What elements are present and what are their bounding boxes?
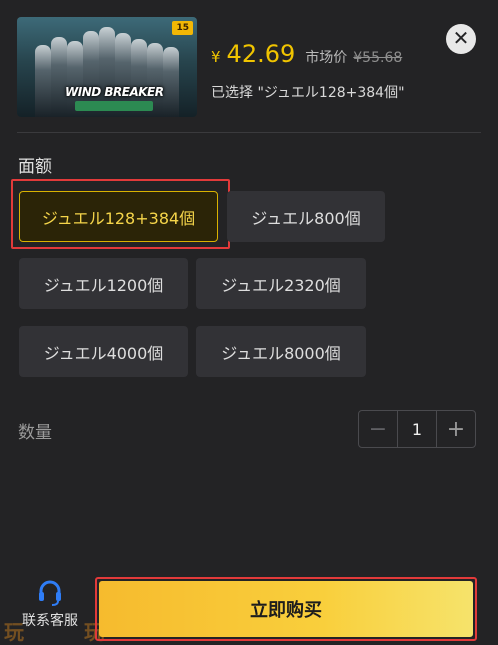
market-price-value: ¥55.68 (353, 50, 403, 66)
price-value: 42.69 (226, 40, 296, 68)
quantity-label: 数量 (18, 423, 52, 443)
denomination-title: 面额 (18, 157, 52, 177)
headset-icon (39, 580, 61, 606)
option-label: ジュエル8000個 (221, 343, 341, 363)
minus-icon: − (368, 416, 388, 442)
customer-service-button[interactable]: 联系客服 (14, 578, 86, 630)
denomination-option[interactable]: ジュエル4000個 (19, 326, 188, 377)
increment-button[interactable]: + (437, 411, 475, 447)
decrement-button[interactable]: − (359, 411, 397, 447)
game-logo-subtitle (75, 101, 153, 111)
price-row: ¥ 42.69 市场价 ¥55.68 (211, 40, 402, 68)
close-button[interactable]: ✕ (446, 24, 476, 54)
denomination-option[interactable]: ジュエル1200個 (19, 258, 188, 309)
market-price-label: 市场价 (305, 50, 348, 66)
customer-service-label: 联系客服 (22, 613, 78, 629)
option-label: ジュエル1200個 (43, 275, 164, 295)
promo-badge: 15 (172, 21, 193, 35)
game-logo: WIND BREAKER (65, 85, 164, 99)
plus-icon: + (446, 416, 466, 442)
option-label: ジュエル800個 (251, 208, 361, 228)
option-label: ジュエル2320個 (221, 275, 341, 295)
highlight-frame (11, 179, 230, 249)
denomination-option[interactable]: ジュエル800個 (227, 191, 385, 242)
buy-now-button[interactable]: 立即购买 (99, 581, 473, 637)
buy-now-label: 立即购买 (250, 600, 322, 621)
option-label: ジュエル4000個 (43, 343, 164, 363)
product-thumbnail: 15 WIND BREAKER (17, 17, 197, 117)
denomination-option[interactable]: ジュエル8000個 (196, 326, 366, 377)
selected-option-text: 已选择 "ジュエル128+384個" (211, 85, 405, 101)
quantity-stepper: − 1 + (358, 410, 476, 448)
quantity-value[interactable]: 1 (397, 411, 437, 447)
divider (17, 132, 481, 133)
denomination-option[interactable]: ジュエル2320個 (196, 258, 366, 309)
price-currency: ¥ (211, 48, 221, 66)
close-icon: ✕ (452, 26, 470, 50)
